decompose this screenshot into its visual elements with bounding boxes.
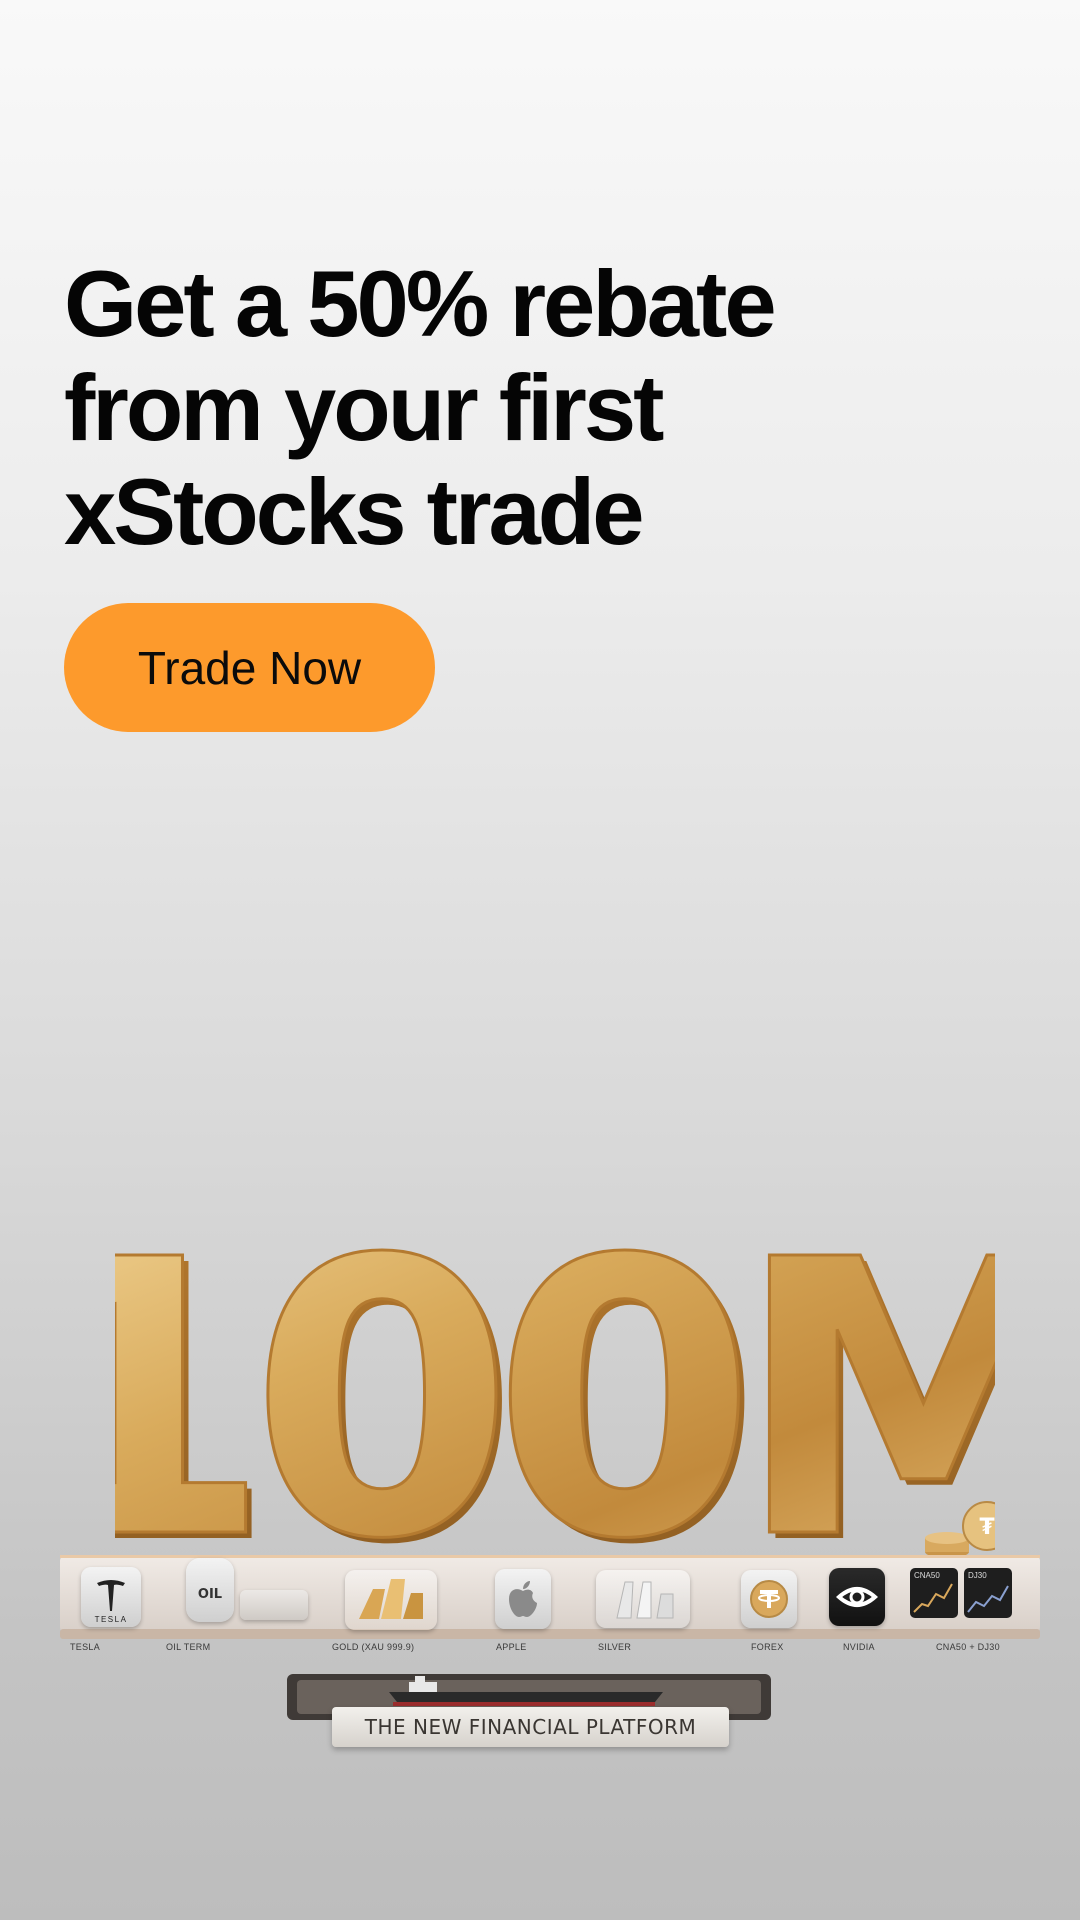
apple-logo-icon bbox=[509, 1581, 537, 1617]
svg-text:₮: ₮ bbox=[979, 1515, 995, 1540]
hero-illustration: 100M 100M ₮ TESLA TESLA OIL OIL TERM GOL… bbox=[0, 1200, 1080, 1780]
headline-line-2: from your first bbox=[64, 355, 664, 460]
oil-tank-icon: OIL bbox=[198, 1587, 222, 1602]
big-number-text: 100M bbox=[115, 1220, 995, 1580]
index-tiles: CNA50 DJ30 bbox=[908, 1566, 1016, 1620]
platform-tagline: THE NEW FINANCIAL PLATFORM bbox=[332, 1707, 729, 1747]
promo-screen: Get a 50% rebate from your first xStocks… bbox=[0, 0, 1080, 1920]
headline-line-1: Get a 50% rebate bbox=[64, 251, 777, 356]
silver-tile bbox=[596, 1570, 690, 1628]
tile-label-oil: OIL TERM bbox=[166, 1642, 211, 1652]
oil-tile: OIL bbox=[186, 1558, 234, 1622]
tile-label-tesla: TESLA bbox=[70, 1642, 101, 1652]
promo-headline: Get a 50% rebate from your first xStocks… bbox=[64, 252, 964, 564]
tile-label-apple: APPLE bbox=[496, 1642, 527, 1652]
headline-line-3: xStocks trade bbox=[64, 459, 645, 564]
tesla-logo-icon: TESLA bbox=[95, 1580, 128, 1624]
nvidia-logo-icon bbox=[835, 1587, 879, 1607]
tile-label-silver: SILVER bbox=[598, 1642, 632, 1652]
gold-tile bbox=[345, 1570, 437, 1630]
silver-bars-icon bbox=[616, 1581, 674, 1619]
nvidia-tile bbox=[829, 1568, 885, 1626]
svg-text:DJ30: DJ30 bbox=[968, 1571, 987, 1580]
svg-text:OIL: OIL bbox=[198, 1587, 222, 1602]
trade-now-button[interactable]: Trade Now bbox=[64, 603, 435, 732]
apple-tile bbox=[495, 1569, 551, 1629]
forex-tile bbox=[741, 1570, 797, 1628]
gold-bars-icon bbox=[359, 1579, 423, 1619]
tile-label-gold: GOLD (XAU 999.9) bbox=[332, 1642, 415, 1652]
tile-label-nvidia: NVIDIA bbox=[843, 1642, 875, 1652]
index-charts-icon: CNA50 DJ30 bbox=[910, 1568, 1012, 1618]
svg-text:TESLA: TESLA bbox=[95, 1615, 128, 1624]
oil-pipes bbox=[240, 1590, 308, 1620]
tesla-tile: TESLA bbox=[81, 1567, 141, 1627]
gold-100m-figure: 100M 100M ₮ bbox=[115, 1220, 995, 1580]
trade-now-label: Trade Now bbox=[137, 641, 362, 694]
tile-label-forex: FOREX bbox=[751, 1642, 784, 1652]
svg-text:CNA50: CNA50 bbox=[914, 1571, 940, 1580]
tile-label-indices: CNA50 + DJ30 bbox=[936, 1642, 1000, 1652]
tether-coin-icon bbox=[750, 1580, 788, 1618]
tagline-text: THE NEW FINANCIAL PLATFORM bbox=[364, 1715, 697, 1739]
